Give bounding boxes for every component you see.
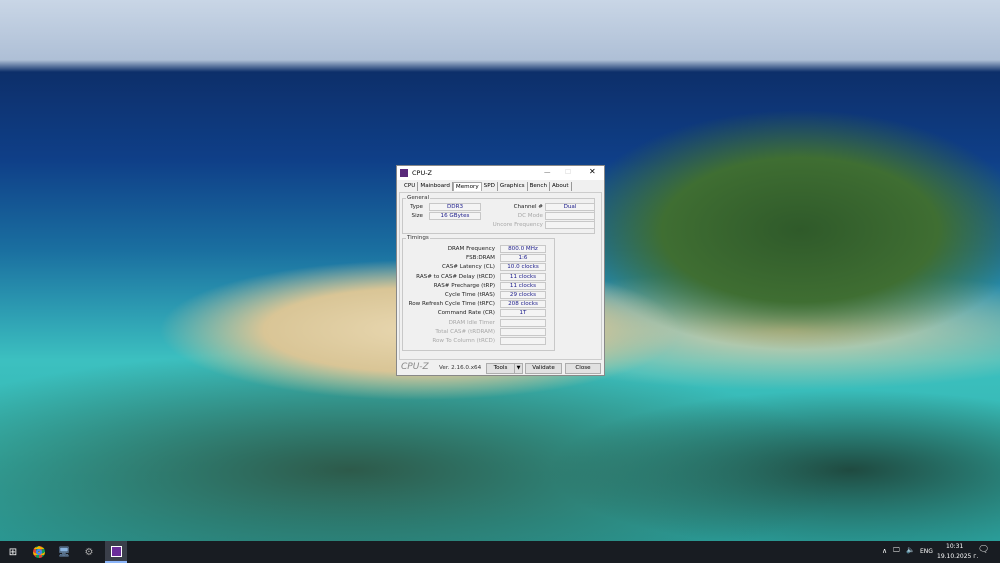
windows-start-icon[interactable]: ⊞	[4, 543, 22, 561]
timing-value: 29 clocks	[500, 291, 546, 299]
timing-value: 10.0 clocks	[500, 263, 546, 272]
timing-label: Row To Column (tRCD)	[432, 338, 495, 344]
version-label: Ver. 2.16.0.x64	[439, 365, 482, 371]
timing-value: 11 clocks	[500, 281, 546, 290]
tab-cpu[interactable]: CPU	[402, 182, 419, 191]
show-hidden-icons[interactable]: ∧	[882, 547, 887, 555]
timing-label: DRAM Frequency	[447, 246, 495, 252]
close-window-button[interactable]: ✕	[589, 167, 596, 176]
timing-label: RAS# Precharge (tRP)	[433, 282, 495, 289]
type-label: Type	[410, 204, 423, 210]
language-indicator[interactable]: ENG	[920, 548, 933, 555]
timing-label: Row Refresh Cycle Time (tRFC)	[408, 301, 495, 308]
tab-graphics[interactable]: Graphics	[498, 182, 528, 191]
app-icon[interactable]: ⚙	[80, 543, 98, 561]
cpuz-taskbar-icon[interactable]	[105, 541, 127, 563]
taskbar: ⊞ 🖥 ⚙ ∧ 🖵 🔈 ENG 10:31 19.10.2025 г. 🗨	[0, 541, 1000, 563]
clock-time[interactable]: 10:31	[946, 543, 963, 550]
network-app-icon[interactable]: 🖥	[55, 543, 73, 561]
minimize-button[interactable]: —	[544, 168, 551, 176]
general-group: General Type DDR3 Size 16 GBytes Channel…	[402, 195, 595, 234]
channel-label: Channel #	[513, 204, 543, 210]
timing-value	[500, 337, 546, 345]
tab-memory[interactable]: Memory	[452, 182, 482, 191]
size-value: 16 GBytes	[429, 212, 481, 220]
timing-label: Cycle Time (tRAS)	[444, 292, 495, 298]
timing-value: 800.0 MHz	[500, 245, 546, 253]
timing-label: RAS# to CAS# Delay (tRCD)	[416, 273, 495, 280]
timing-value: 1T	[500, 309, 546, 318]
tools-button[interactable]: Tools	[486, 363, 515, 374]
maximize-button: ☐	[565, 168, 571, 176]
timings-title: Timings	[406, 235, 430, 241]
timing-label: Command Rate (CR)	[437, 310, 495, 317]
uncore-value	[545, 221, 595, 229]
tab-spd[interactable]: SPD	[482, 182, 498, 191]
close-button[interactable]: Close	[565, 363, 601, 374]
cpuz-app-icon	[400, 169, 408, 177]
footer-bar: CPU-Z Ver. 2.16.0.x64 Tools ▼ Validate C…	[397, 361, 604, 375]
dc-mode-label: DC Mode	[517, 213, 543, 219]
channel-value: Dual	[545, 203, 595, 211]
tab-mainboard[interactable]: Mainboard	[418, 182, 453, 191]
tab-bench[interactable]: Bench	[528, 182, 551, 191]
cpuz-window: CPU-Z — ☐ ✕ CPU Mainboard Memory SPD Gra…	[396, 165, 605, 376]
general-title: General	[406, 195, 431, 201]
timing-value	[500, 327, 546, 336]
clock-date[interactable]: 19.10.2025 г.	[937, 553, 978, 560]
timing-value: 208 clocks	[500, 300, 546, 309]
timing-label: Total CAS# (tRDRAM)	[435, 328, 495, 335]
validate-button[interactable]: Validate	[525, 363, 562, 374]
cpuz-logo: CPU-Z	[401, 362, 429, 372]
uncore-label: Uncore Frequency	[492, 222, 543, 228]
timing-value	[500, 318, 546, 327]
timing-label: DRAM Idle Timer	[448, 319, 495, 326]
timing-value: 1:6	[500, 254, 546, 263]
volume-icon[interactable]: 🔈	[906, 546, 915, 554]
dc-mode-value	[545, 212, 595, 220]
size-label: Size	[411, 213, 423, 219]
notification-icon[interactable]: 🗨	[978, 545, 989, 555]
type-value: DDR3	[429, 203, 481, 211]
network-icon[interactable]: 🖵	[893, 546, 900, 555]
chrome-icon[interactable]	[30, 543, 48, 561]
tools-dropdown-arrow[interactable]: ▼	[514, 363, 523, 374]
window-title: CPU-Z	[412, 169, 433, 177]
timings-group: Timings DRAM Frequency 800.0 MHz FSB:DRAM 1…	[402, 235, 555, 351]
timing-value: 11 clocks	[500, 272, 546, 281]
timing-label: FSB:DRAM	[465, 255, 495, 262]
title-bar[interactable]: CPU-Z — ☐ ✕	[397, 166, 604, 180]
tab-about[interactable]: About	[550, 182, 572, 191]
tab-bar: CPU Mainboard Memory SPD Graphics Bench …	[402, 182, 572, 191]
timing-label: CAS# Latency (CL)	[441, 264, 495, 271]
